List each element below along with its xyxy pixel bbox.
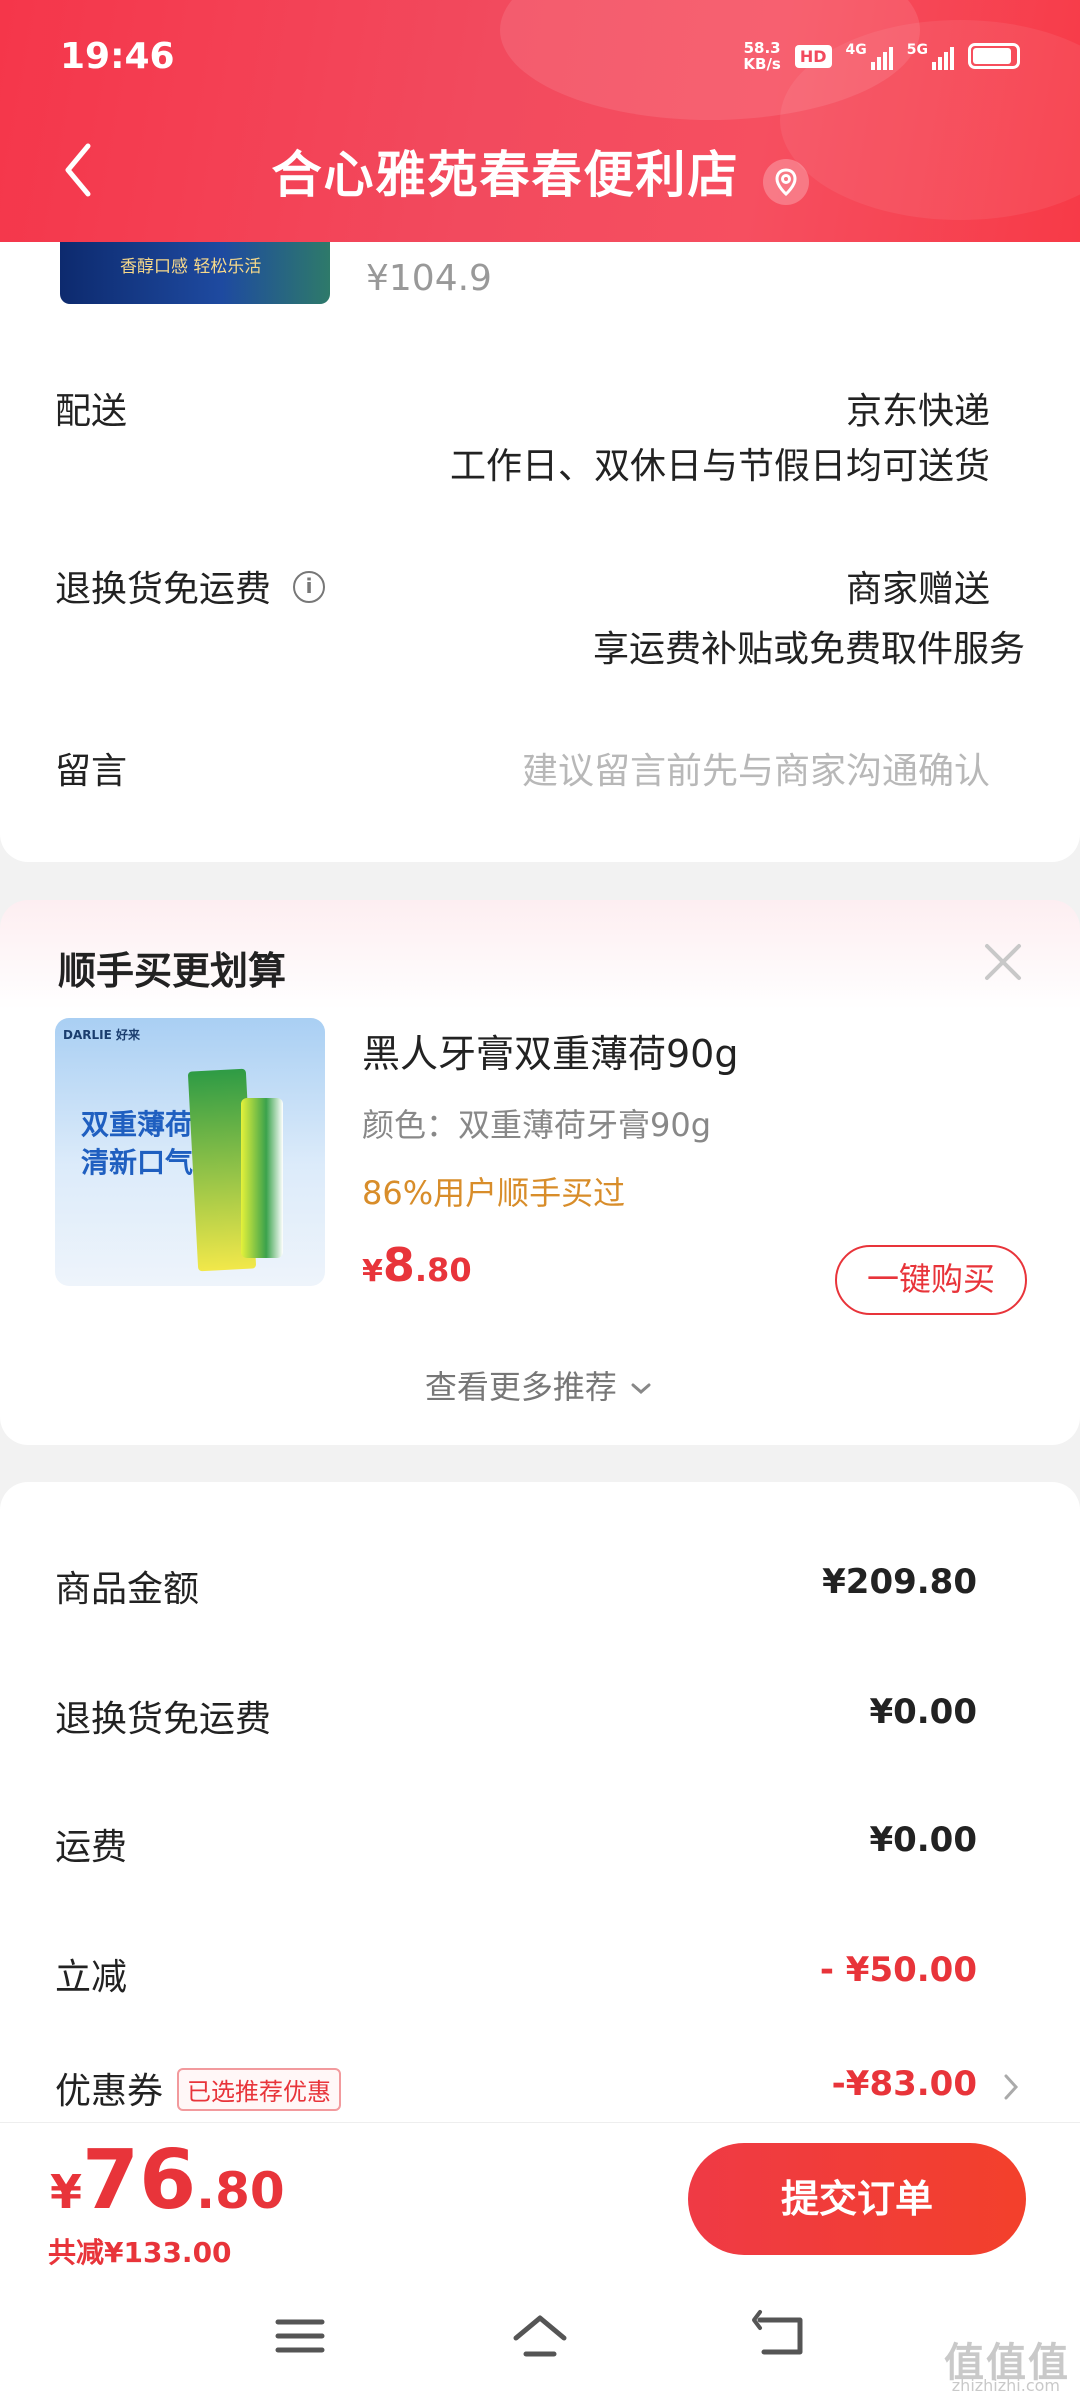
shipping-fee-label: 运费 [55,1827,128,1868]
recommendation-title: 顺手买更划算 [58,949,287,993]
total-integer: 76 [82,2133,197,2228]
return-shipping-fee-label: 退换货免运费 [55,1699,272,1740]
network-speed-value: 58.3 [743,39,781,57]
more-recommendations-link[interactable]: 查看更多推荐 [0,1362,1080,1408]
coupon-row[interactable]: 优惠券 已选推荐优惠 [55,2062,342,2115]
status-icons: 58.3 KB/s HD 4G 5G [743,40,1020,72]
social-proof-text: 86%用户顺手买过 [362,1174,626,1212]
brand-logo: DARLIE 好来 [63,1028,140,1042]
price-currency: ¥ [362,1254,383,1289]
instant-discount-value: - ¥50.00 [819,1950,977,1990]
coupon-label: 优惠券 [55,2071,164,2112]
total-savings[interactable]: 共减¥133.00 [48,2231,232,2271]
network-speed: 58.3 KB/s [743,40,780,72]
location-pin-icon[interactable] [762,158,809,205]
message-label: 留言 [55,751,128,792]
network-speed-unit: KB/s [743,55,781,73]
product-image-slogan: 双重薄荷 清新口气 [81,1106,193,1182]
product-thumbnail[interactable]: 香醇口感 轻松乐活 [60,242,330,304]
submit-order-button[interactable]: 提交订单 [688,2143,1026,2255]
recommended-product-name[interactable]: 黑人牙膏双重薄荷90g [362,1023,738,1078]
home-icon[interactable] [510,2308,570,2364]
return-shipping-detail: 享运费补贴或免费取件服务 [592,629,1025,670]
chevron-right-icon[interactable] [1002,2072,1020,2102]
slogan-line-2: 清新口气 [81,1146,194,1179]
signal-4g-label: 4G [845,42,867,58]
return-shipping-row: 退换货免运费 i [55,560,326,612]
delivery-schedule[interactable]: 工作日、双休日与节假日均可送货 [450,437,990,489]
product-price: ¥104.9 [366,258,492,299]
header: 19:46 58.3 KB/s HD 4G 5G 合心雅苑春春便利店 [0,0,1080,242]
return-shipping-fee-value: ¥0.00 [869,1692,977,1732]
signal-5g-icon: 5G [907,42,954,70]
total-currency: ¥ [50,2165,83,2219]
signal-5g-label: 5G [906,42,928,58]
price-integer: 8 [382,1238,415,1292]
recommendation-card: 顺手买更划算 DARLIE 好来 双重薄荷 清新口气 黑人牙膏双重薄荷90g 颜… [0,900,1080,1445]
total-price: ¥76.80 [50,2133,285,2228]
signal-4g-icon: 4G [846,42,893,70]
return-shipping-value: 商家赠送 [845,569,990,610]
slogan-line-1: 双重薄荷 [81,1108,194,1141]
system-nav-bar [0,2272,1080,2400]
toothpaste-tube-graphic [241,1098,283,1258]
message-input[interactable]: 建议留言前先与商家沟通确认 [522,742,990,794]
instant-discount-label: 立减 [55,1957,128,1998]
coupon-tag: 已选推荐优惠 [177,2067,342,2111]
one-click-buy-button[interactable]: 一键购买 [835,1245,1027,1315]
subtotal-label: 商品金额 [55,1569,200,1610]
battery-icon [968,43,1020,69]
shipping-fee-value: ¥0.00 [869,1820,977,1860]
menu-icon[interactable] [270,2308,330,2364]
total-decimal: .80 [196,2162,285,2220]
status-time: 19:46 [60,36,175,77]
delivery-carrier[interactable]: 京东快递 [846,382,990,434]
close-icon[interactable] [981,940,1025,984]
checkout-bar: ¥76.80 共减¥133.00 提交订单 [0,2122,1080,2272]
store-title[interactable]: 合心雅苑春春便利店 [271,146,739,204]
order-info-card: 香醇口感 轻松乐活 ¥104.9 配送 京东快递 工作日、双休日与节假日均可送货… [0,242,1080,862]
delivery-label: 配送 [55,391,128,432]
price-summary-card: 商品金额 ¥209.80 退换货免运费 ¥0.00 运费 ¥0.00 立减 - … [0,1482,1080,2122]
watermark-url: zhizhizhi.com [951,2376,1060,2395]
info-icon[interactable]: i [293,571,326,603]
recommended-product-image[interactable]: DARLIE 好来 双重薄荷 清新口气 [55,1018,325,1286]
status-bar: 19:46 58.3 KB/s HD 4G 5G [60,36,1020,86]
more-recommendations-label: 查看更多推荐 [424,1368,617,1406]
chevron-down-icon [631,1383,651,1394]
return-shipping-label: 退换货免运费 [55,569,272,610]
hd-voice-icon: HD [794,44,832,68]
coupon-value[interactable]: -¥83.00 [832,2064,977,2104]
subtotal-value: ¥209.80 [822,1562,977,1602]
title-bar: 合心雅苑春春便利店 [0,135,1080,211]
recommended-product-spec: 颜色：双重薄荷牙膏90g [362,1106,712,1144]
recommended-product-price: ¥8.80 [362,1238,472,1292]
price-decimal: .80 [414,1251,472,1289]
back-icon[interactable] [750,2308,810,2364]
product-thumbnail-text: 香醇口感 轻松乐活 [120,257,262,277]
